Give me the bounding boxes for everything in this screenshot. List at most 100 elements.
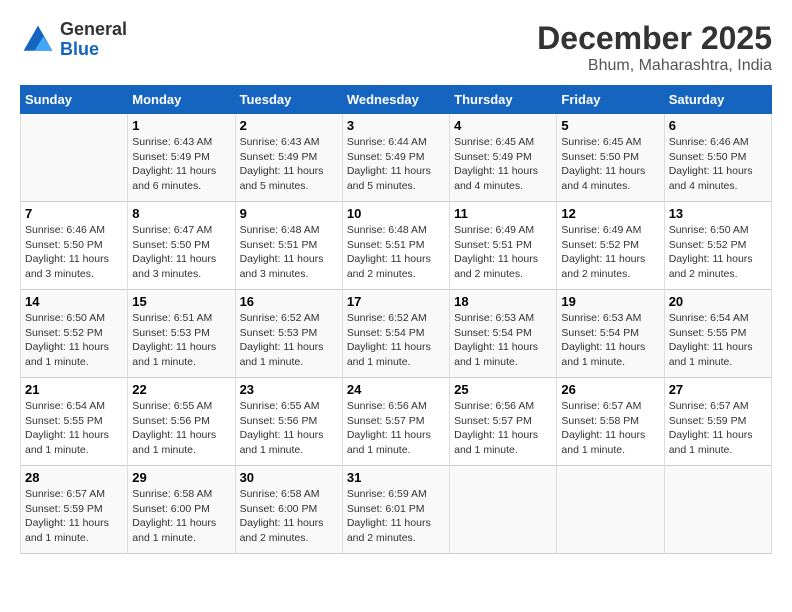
day-info: Sunrise: 6:53 AM Sunset: 5:54 PM Dayligh… (454, 311, 552, 370)
day-header-thursday: Thursday (450, 86, 557, 114)
calendar-week-1: 1Sunrise: 6:43 AM Sunset: 5:49 PM Daylig… (21, 114, 772, 202)
day-info: Sunrise: 6:54 AM Sunset: 5:55 PM Dayligh… (669, 311, 767, 370)
day-header-tuesday: Tuesday (235, 86, 342, 114)
day-info: Sunrise: 6:55 AM Sunset: 5:56 PM Dayligh… (240, 399, 338, 458)
logo-line1: General (60, 20, 127, 40)
day-number: 2 (240, 118, 338, 133)
calendar-cell: 24 Sunrise: 6:56 AM Sunset: 5:57 PM Dayli… (342, 378, 449, 466)
calendar-cell: 16 Sunrise: 6:52 AM Sunset: 5:53 PM Dayli… (235, 290, 342, 378)
calendar-cell (21, 114, 128, 202)
calendar-table: SundayMondayTuesdayWednesdayThursdayFrid… (20, 85, 772, 554)
page-header: General Blue December 2025 Bhum, Maharas… (20, 20, 772, 75)
calendar-cell (664, 466, 771, 554)
day-number: 4 (454, 118, 552, 133)
day-info: Sunrise: 6:57 AM Sunset: 5:59 PM Dayligh… (25, 487, 123, 546)
day-info: Sunrise: 6:53 AM Sunset: 5:54 PM Dayligh… (561, 311, 659, 370)
calendar-cell: 15Sunrise: 6:51 AM Sunset: 5:53 PM Dayli… (128, 290, 235, 378)
day-info: Sunrise: 6:58 AM Sunset: 6:00 PM Dayligh… (132, 487, 230, 546)
day-info: Sunrise: 6:52 AM Sunset: 5:54 PM Dayligh… (347, 311, 445, 370)
calendar-week-2: 7 Sunrise: 6:46 AM Sunset: 5:50 PM Daylig… (21, 202, 772, 290)
day-info: Sunrise: 6:50 AM Sunset: 5:52 PM Dayligh… (669, 223, 767, 282)
calendar-cell (450, 466, 557, 554)
day-header-friday: Friday (557, 86, 664, 114)
day-number: 9 (240, 206, 338, 221)
day-info: Sunrise: 6:57 AM Sunset: 5:58 PM Dayligh… (561, 399, 659, 458)
day-info: Sunrise: 6:54 AM Sunset: 5:55 PM Dayligh… (25, 399, 123, 458)
calendar-cell: 3 Sunrise: 6:44 AM Sunset: 5:49 PM Daylig… (342, 114, 449, 202)
day-header-sunday: Sunday (21, 86, 128, 114)
day-number: 8 (132, 206, 230, 221)
day-number: 6 (669, 118, 767, 133)
day-info: Sunrise: 6:49 AM Sunset: 5:52 PM Dayligh… (561, 223, 659, 282)
calendar-cell: 4 Sunrise: 6:45 AM Sunset: 5:49 PM Daylig… (450, 114, 557, 202)
calendar-cell: 18 Sunrise: 6:53 AM Sunset: 5:54 PM Dayli… (450, 290, 557, 378)
day-number: 10 (347, 206, 445, 221)
day-info: Sunrise: 6:46 AM Sunset: 5:50 PM Dayligh… (669, 135, 767, 194)
day-number: 16 (240, 294, 338, 309)
calendar-week-5: 28 Sunrise: 6:57 AM Sunset: 5:59 PM Dayli… (21, 466, 772, 554)
day-header-wednesday: Wednesday (342, 86, 449, 114)
calendar-cell: 9 Sunrise: 6:48 AM Sunset: 5:51 PM Daylig… (235, 202, 342, 290)
calendar-cell: 28 Sunrise: 6:57 AM Sunset: 5:59 PM Dayli… (21, 466, 128, 554)
day-info: Sunrise: 6:44 AM Sunset: 5:49 PM Dayligh… (347, 135, 445, 194)
calendar-cell: 1Sunrise: 6:43 AM Sunset: 5:49 PM Daylig… (128, 114, 235, 202)
day-number: 21 (25, 382, 123, 397)
day-header-monday: Monday (128, 86, 235, 114)
day-number: 20 (669, 294, 767, 309)
calendar-cell: 14Sunrise: 6:50 AM Sunset: 5:52 PM Dayli… (21, 290, 128, 378)
logo: General Blue (20, 20, 127, 60)
day-info: Sunrise: 6:45 AM Sunset: 5:49 PM Dayligh… (454, 135, 552, 194)
day-number: 12 (561, 206, 659, 221)
day-number: 1 (132, 118, 230, 133)
location: Bhum, Maharashtra, India (537, 57, 772, 75)
day-info: Sunrise: 6:48 AM Sunset: 5:51 PM Dayligh… (347, 223, 445, 282)
day-number: 18 (454, 294, 552, 309)
day-number: 29 (132, 470, 230, 485)
calendar-cell: 13 Sunrise: 6:50 AM Sunset: 5:52 PM Dayli… (664, 202, 771, 290)
day-info: Sunrise: 6:59 AM Sunset: 6:01 PM Dayligh… (347, 487, 445, 546)
calendar-cell: 7 Sunrise: 6:46 AM Sunset: 5:50 PM Daylig… (21, 202, 128, 290)
day-info: Sunrise: 6:47 AM Sunset: 5:50 PM Dayligh… (132, 223, 230, 282)
day-number: 26 (561, 382, 659, 397)
calendar-cell: 30Sunrise: 6:58 AM Sunset: 6:00 PM Dayli… (235, 466, 342, 554)
calendar-cell: 19 Sunrise: 6:53 AM Sunset: 5:54 PM Dayli… (557, 290, 664, 378)
calendar-week-3: 14Sunrise: 6:50 AM Sunset: 5:52 PM Dayli… (21, 290, 772, 378)
day-number: 23 (240, 382, 338, 397)
day-info: Sunrise: 6:55 AM Sunset: 5:56 PM Dayligh… (132, 399, 230, 458)
calendar-cell: 20 Sunrise: 6:54 AM Sunset: 5:55 PM Dayli… (664, 290, 771, 378)
calendar-cell: 25 Sunrise: 6:56 AM Sunset: 5:57 PM Dayli… (450, 378, 557, 466)
day-number: 7 (25, 206, 123, 221)
calendar-cell: 6 Sunrise: 6:46 AM Sunset: 5:50 PM Daylig… (664, 114, 771, 202)
day-info: Sunrise: 6:50 AM Sunset: 5:52 PM Dayligh… (25, 311, 123, 370)
day-number: 22 (132, 382, 230, 397)
calendar-cell: 10 Sunrise: 6:48 AM Sunset: 5:51 PM Dayli… (342, 202, 449, 290)
day-info: Sunrise: 6:46 AM Sunset: 5:50 PM Dayligh… (25, 223, 123, 282)
day-number: 19 (561, 294, 659, 309)
calendar-cell (557, 466, 664, 554)
day-info: Sunrise: 6:49 AM Sunset: 5:51 PM Dayligh… (454, 223, 552, 282)
day-number: 3 (347, 118, 445, 133)
calendar-cell: 11Sunrise: 6:49 AM Sunset: 5:51 PM Dayli… (450, 202, 557, 290)
day-info: Sunrise: 6:56 AM Sunset: 5:57 PM Dayligh… (454, 399, 552, 458)
calendar-header-row: SundayMondayTuesdayWednesdayThursdayFrid… (21, 86, 772, 114)
day-info: Sunrise: 6:51 AM Sunset: 5:53 PM Dayligh… (132, 311, 230, 370)
day-number: 30 (240, 470, 338, 485)
day-number: 17 (347, 294, 445, 309)
day-info: Sunrise: 6:56 AM Sunset: 5:57 PM Dayligh… (347, 399, 445, 458)
calendar-cell: 21 Sunrise: 6:54 AM Sunset: 5:55 PM Dayli… (21, 378, 128, 466)
day-header-saturday: Saturday (664, 86, 771, 114)
calendar-cell: 29 Sunrise: 6:58 AM Sunset: 6:00 PM Dayli… (128, 466, 235, 554)
calendar-cell: 26 Sunrise: 6:57 AM Sunset: 5:58 PM Dayli… (557, 378, 664, 466)
day-number: 25 (454, 382, 552, 397)
day-number: 27 (669, 382, 767, 397)
day-number: 31 (347, 470, 445, 485)
day-number: 5 (561, 118, 659, 133)
day-number: 28 (25, 470, 123, 485)
day-info: Sunrise: 6:48 AM Sunset: 5:51 PM Dayligh… (240, 223, 338, 282)
calendar-cell: 8 Sunrise: 6:47 AM Sunset: 5:50 PM Daylig… (128, 202, 235, 290)
day-info: Sunrise: 6:52 AM Sunset: 5:53 PM Dayligh… (240, 311, 338, 370)
day-number: 24 (347, 382, 445, 397)
logo-icon (20, 22, 56, 58)
calendar-week-4: 21 Sunrise: 6:54 AM Sunset: 5:55 PM Dayli… (21, 378, 772, 466)
day-number: 13 (669, 206, 767, 221)
